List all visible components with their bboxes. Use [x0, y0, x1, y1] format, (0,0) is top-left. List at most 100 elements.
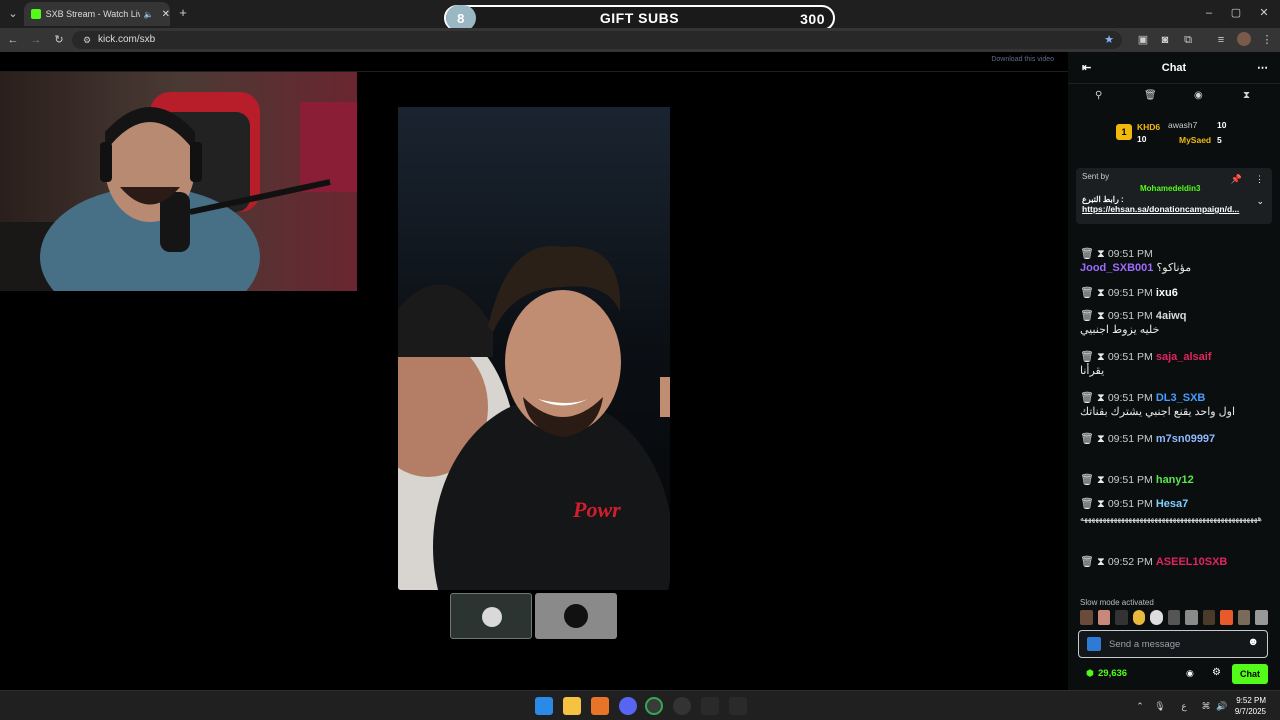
trash-icon[interactable]: 🗑	[1080, 287, 1094, 299]
bookmark-star-icon[interactable]: ★	[1102, 33, 1116, 47]
timeout-icon[interactable]: ⧗	[1097, 433, 1105, 445]
message-user[interactable]: 4aiwq	[1156, 310, 1187, 322]
timeout-icon[interactable]: ⧗	[1097, 556, 1105, 568]
streamer-webcam	[0, 72, 357, 291]
pinned-user[interactable]: Mohamedeldin3	[1140, 184, 1200, 193]
app-2-icon[interactable]	[673, 697, 691, 715]
timeout-icon[interactable]: ⧗	[1097, 248, 1105, 260]
message-user[interactable]: saja_alsaif	[1156, 351, 1212, 363]
file-explorer-icon[interactable]	[563, 697, 581, 715]
extension-icon[interactable]: ▣	[1136, 33, 1150, 47]
message-user[interactable]: ASEEL10SXB	[1156, 556, 1228, 568]
speaker-icon[interactable]: 🔈	[144, 10, 154, 19]
minimize-icon[interactable]: –	[1202, 6, 1216, 20]
chat-message-input[interactable]	[1109, 636, 1249, 652]
forward-icon[interactable]: →	[29, 33, 43, 47]
collapse-chat-icon[interactable]: ⇤	[1082, 61, 1091, 74]
trash-icon[interactable]: 🗑	[1080, 248, 1094, 260]
emote-icon[interactable]	[1220, 610, 1233, 625]
tab-close-icon[interactable]: ✕	[162, 9, 170, 20]
emote-icon[interactable]	[1115, 610, 1128, 625]
hourglass-tool-icon[interactable]: ⧗	[1243, 90, 1250, 101]
new-tab-icon[interactable]: +	[176, 6, 190, 20]
epic-games-icon[interactable]	[729, 697, 747, 715]
media-controls-icon[interactable]: ≡	[1214, 33, 1228, 47]
address-bar[interactable]: ⚙ kick.com/sxb ★	[72, 31, 1122, 49]
emote-icon[interactable]	[1132, 610, 1146, 625]
chat-menu-icon[interactable]: ⋯	[1257, 61, 1268, 74]
send-chat-button[interactable]: Chat	[1232, 664, 1268, 684]
trash-tool-icon[interactable]: 🗑	[1144, 90, 1157, 101]
trash-icon[interactable]: 🗑	[1080, 351, 1094, 363]
browser-menu-icon[interactable]: ⋮	[1260, 33, 1274, 47]
emote-icon[interactable]	[1080, 610, 1093, 625]
expand-pinned-icon[interactable]: ⌄	[1256, 196, 1264, 207]
pinned-link[interactable]: https://ehsan.sa/donationcampaign/d...	[1082, 204, 1266, 214]
extensions-puzzle-icon[interactable]: ⧉	[1181, 33, 1195, 47]
pin-icon[interactable]: 📌	[1231, 174, 1242, 185]
pin-tool-icon[interactable]: ⚲	[1095, 90, 1102, 101]
trash-icon[interactable]: 🗑	[1080, 433, 1094, 445]
language-indicator[interactable]: ع	[1177, 699, 1191, 713]
trash-icon[interactable]: 🗑	[1080, 310, 1094, 322]
kick-favicon-icon	[31, 9, 41, 19]
timeout-icon[interactable]: ⧗	[1097, 351, 1105, 363]
tab-list-icon[interactable]: ⌄	[6, 7, 20, 21]
video-frame-image: Powr	[398, 107, 670, 590]
browser-tab[interactable]: SXB Stream - Watch Live on 🔈 ✕	[24, 2, 170, 26]
trash-icon[interactable]: 🗑	[1080, 474, 1094, 486]
chrome-icon[interactable]	[645, 697, 663, 715]
tray-expand-icon[interactable]: ⌃	[1133, 699, 1147, 713]
chat-settings-icon[interactable]: ⚙	[1212, 667, 1221, 678]
emote-icon[interactable]	[1255, 610, 1269, 625]
steam-icon[interactable]	[701, 697, 719, 715]
emoji-picker-icon[interactable]: ☻	[1247, 636, 1259, 648]
badge-icon	[1087, 637, 1101, 651]
timeout-icon[interactable]: ⧗	[1097, 310, 1105, 322]
message-user[interactable]: Hesa7	[1156, 498, 1188, 510]
extension-2-icon[interactable]: ◙	[1158, 33, 1172, 47]
trash-icon[interactable]: 🗑	[1080, 556, 1094, 568]
trash-icon[interactable]: 🗑	[1080, 392, 1094, 404]
message-user[interactable]: Jood_SXB001	[1080, 262, 1153, 274]
start-icon[interactable]	[535, 697, 553, 715]
emote-icon[interactable]	[1237, 610, 1251, 625]
message-user[interactable]: hany12	[1156, 474, 1194, 486]
network-icon[interactable]: ⌘	[1199, 699, 1213, 713]
discord-icon[interactable]	[619, 697, 637, 715]
chat-bubble-icon[interactable]: ◉	[1186, 668, 1194, 679]
back-icon[interactable]: ←	[6, 33, 20, 47]
video-player[interactable]: Download this video Powr	[0, 52, 1068, 690]
emote-icon[interactable]	[1097, 610, 1111, 625]
close-window-icon[interactable]: ✕	[1257, 6, 1271, 20]
app-icon[interactable]	[591, 697, 609, 715]
message-user[interactable]: DL3_SXB	[1156, 392, 1206, 404]
restore-icon[interactable]: ▢	[1229, 6, 1243, 20]
microphone-icon[interactable]: 🎙	[1153, 699, 1167, 713]
site-info-icon[interactable]: ⚙	[80, 33, 94, 47]
timeout-icon[interactable]: ⧗	[1097, 498, 1105, 510]
pinned-message[interactable]: Sent by Mohamedeldin3 رابط التبرع : http…	[1076, 168, 1272, 224]
profile-avatar[interactable]	[1237, 32, 1251, 46]
timeout-icon[interactable]: ⧗	[1097, 474, 1105, 486]
trash-icon[interactable]: 🗑	[1080, 498, 1094, 510]
comment-tool-icon[interactable]: ◉	[1194, 90, 1203, 101]
thumbnail-1[interactable]	[450, 593, 532, 639]
timeout-icon[interactable]: ⧗	[1097, 392, 1105, 404]
emote-icon[interactable]	[1185, 610, 1198, 625]
download-video-link[interactable]: Download this video	[991, 56, 1054, 63]
message-time: 09:51 PM	[1107, 351, 1153, 363]
system-clock[interactable]: 9:52 PM 9/7/2025	[1235, 695, 1266, 717]
message-user[interactable]: m7sn09997	[1156, 433, 1215, 445]
emote-icon[interactable]	[1150, 610, 1163, 625]
timeout-icon[interactable]: ⧗	[1097, 287, 1105, 299]
viewer-points[interactable]: 29,636	[1098, 668, 1127, 679]
thumbnail-2[interactable]	[535, 593, 617, 639]
message-user[interactable]: ixu6	[1156, 287, 1178, 299]
pinned-menu-icon[interactable]: ⋮	[1255, 174, 1264, 185]
volume-icon[interactable]: 🔊	[1215, 699, 1229, 713]
reload-icon[interactable]: ↻	[52, 33, 66, 47]
emote-icon[interactable]	[1202, 610, 1216, 625]
emote-icon[interactable]	[1167, 610, 1181, 625]
chat-input-box[interactable]: ☻	[1078, 630, 1268, 658]
